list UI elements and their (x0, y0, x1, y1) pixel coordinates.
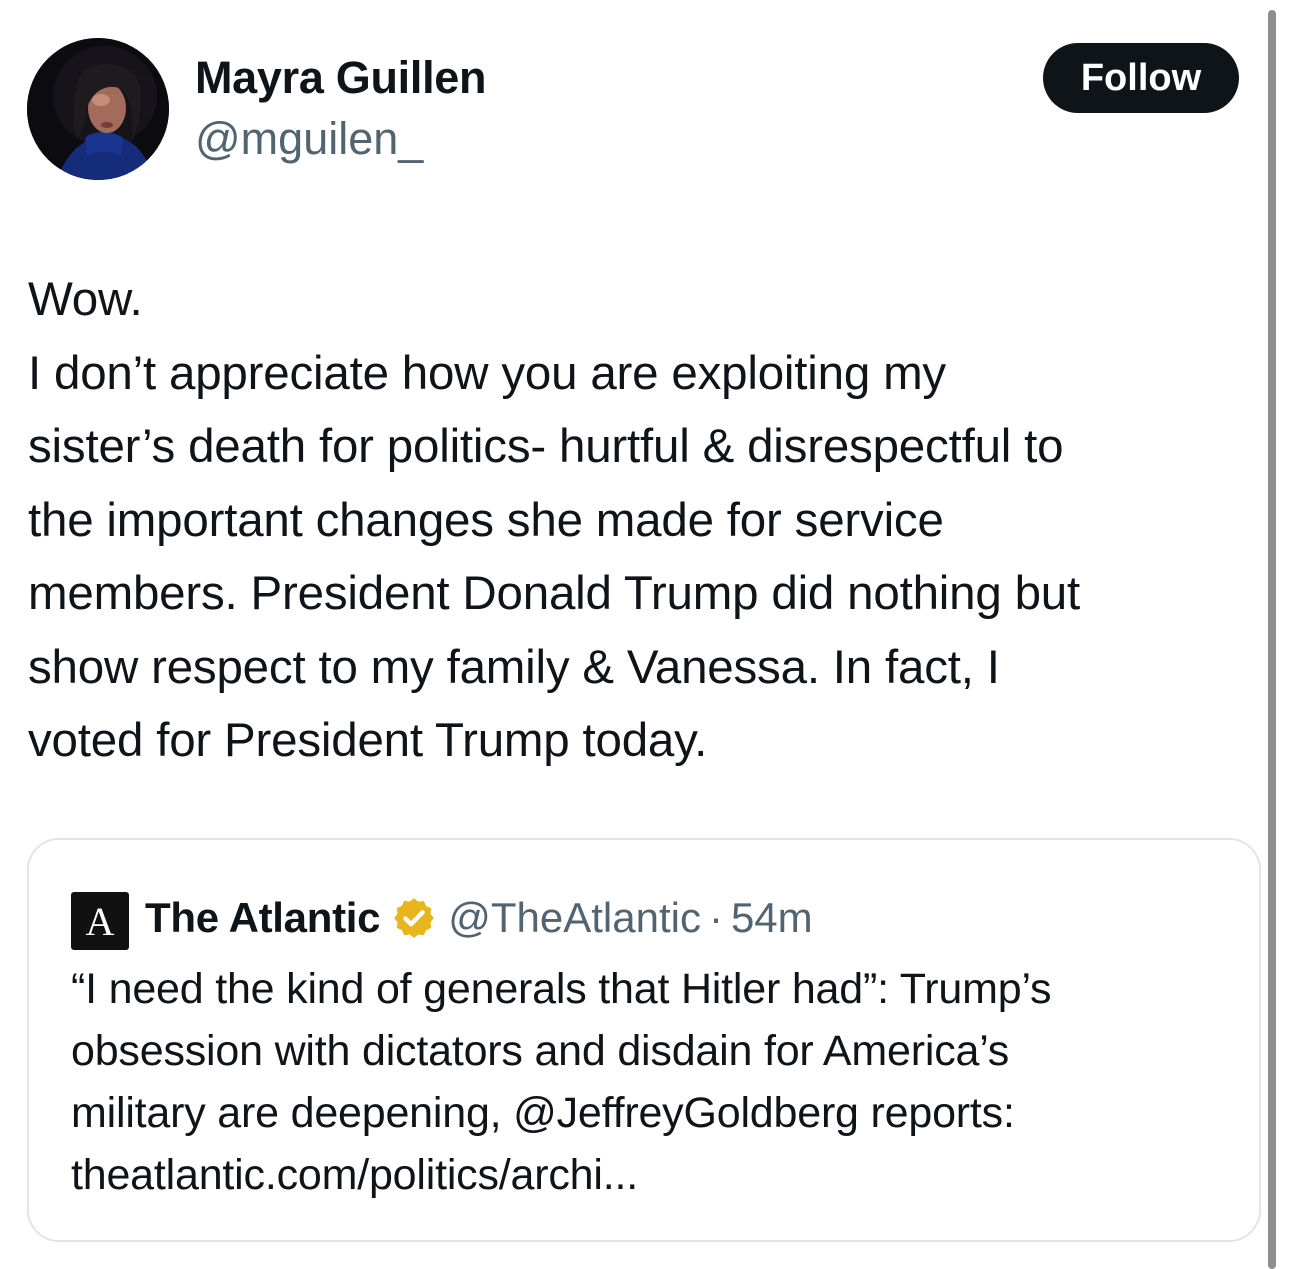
quoted-tweet-text: “I need the kind of generals that Hitler… (71, 958, 1241, 1206)
separator-dot: · (708, 894, 723, 941)
quoted-tweet-header: The Atlantic @TheAtlantic · 54m (145, 886, 813, 950)
quoted-tweet-time[interactable]: 54m (731, 894, 813, 942)
tweet-line: the important changes she made for servi… (28, 493, 944, 547)
tweet-text: Wow. I don’t appreciate how you are expl… (28, 263, 1263, 778)
tweet-page: Mayra Guillen @mguilen_ Follow Wow. I do… (0, 0, 1290, 1269)
avatar[interactable] (27, 38, 169, 180)
quoted-tweet-line: obsession with dictators and disdain for… (71, 1027, 1010, 1075)
quoted-tweet-line: military are deepening, @JeffreyGoldberg… (71, 1089, 1015, 1137)
follow-button[interactable]: Follow (1043, 43, 1239, 113)
avatar-image (27, 38, 169, 180)
tweet-line: I don’t appreciate how you are exploitin… (28, 346, 946, 400)
tweet-line: Wow. (28, 273, 143, 326)
author-name[interactable]: Mayra Guillen (195, 52, 487, 104)
tweet-line: voted for President Trump today. (28, 714, 708, 767)
scrollbar[interactable] (1268, 10, 1276, 1269)
quoted-tweet-line: “I need the kind of generals that Hitler… (71, 965, 1052, 1013)
quoted-tweet-card[interactable]: A The Atlantic @TheAtlantic · 54m “I nee… (27, 838, 1261, 1242)
tweet-line: members. President Donald Trump did noth… (28, 567, 1080, 620)
quoted-account-logo[interactable]: A (71, 892, 129, 950)
author-handle[interactable]: @mguilen_ (195, 113, 423, 165)
verified-badge-icon (394, 898, 435, 938)
quoted-account-handle[interactable]: @TheAtlantic (448, 894, 701, 942)
quoted-account-name[interactable]: The Atlantic (145, 894, 381, 942)
tweet-line: sister’s death for politics- hurtful & d… (28, 420, 1064, 473)
quoted-tweet-link[interactable]: theatlantic.com/politics/archi... (71, 1144, 1241, 1206)
tweet-line: show respect to my family & Vanessa. In … (28, 640, 1000, 694)
